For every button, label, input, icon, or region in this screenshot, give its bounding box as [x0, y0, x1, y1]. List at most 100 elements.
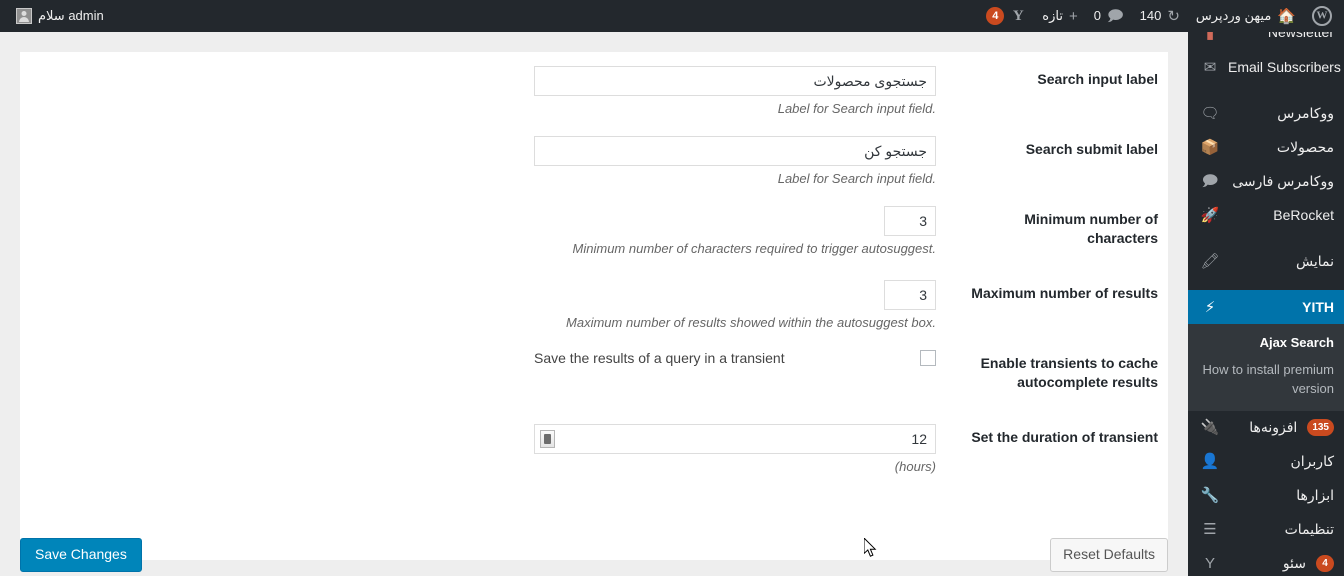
sidebar-item-label: BeRocket [1273, 207, 1334, 223]
sidebar-item-tools[interactable]: 🔧 ابزارها [1188, 479, 1344, 513]
sidebar-item-settings[interactable]: ☰ تنظیمات [1188, 513, 1344, 547]
setting-label: Maximum number of results [971, 284, 1158, 301]
sidebar-item-yith[interactable]: ⚡ YITH [1188, 290, 1344, 324]
setting-control: .Label for Search input field [20, 52, 936, 122]
setting-label: Minimum number of characters [1024, 211, 1158, 246]
settings-sliders-icon: ☰ [1203, 521, 1217, 539]
setting-control: .Minimum number of characters required t… [20, 192, 936, 266]
home-icon: 🏠 [1277, 7, 1296, 25]
comments-count: 0 [1093, 8, 1101, 23]
woocommerce-icon: 🗨 [1200, 104, 1220, 122]
settings-form-table: Search input label .Label for Search inp… [20, 52, 1168, 480]
sidebar-item-label: تنظیمات [1284, 521, 1334, 538]
sidebar-item-label: محصولات [1276, 138, 1334, 155]
sidebar-item-seo[interactable]: Y سئو 4 [1188, 547, 1344, 576]
setting-row-maximum-results: Maximum number of results .Maximum numbe… [20, 266, 1168, 336]
sidebar-item-users[interactable]: 👤 کاربران [1188, 445, 1344, 479]
sidebar-item-plugins[interactable]: 🔌 افزونه‌ها 135 [1188, 411, 1344, 445]
sidebar-item-woocommerce-persian[interactable]: 🗩 ووکامرس فارسی [1188, 164, 1344, 198]
admin-bar-right-group: 🏠 میهن وردپرس ↻ 140 🗩 0 + تازه Y 4 [978, 0, 1344, 32]
enable-transients-checkbox-label: Save the results of a query in a transie… [534, 349, 785, 366]
plugins-update-badge: 135 [1307, 419, 1334, 437]
sidebar-item-berocket[interactable]: 🚀 BeRocket [1188, 198, 1344, 232]
sidebar-item-appearance[interactable]: 🖍 نمایش [1188, 244, 1344, 278]
sidebar-item-label: افزونه‌ها [1249, 419, 1298, 436]
enable-transients-checkbox[interactable] [920, 349, 936, 366]
setting-control: Save the results of a query in a transie… [20, 336, 936, 410]
sidebar-item-label: Email Subscribers [1228, 59, 1341, 75]
setting-row-minimum-characters: Minimum number of characters .Minimum nu… [20, 192, 1168, 266]
yoast-menu[interactable]: Y 4 [978, 0, 1034, 32]
wordpress-logo-icon [1312, 6, 1332, 26]
comments-menu[interactable]: 🗩 0 [1086, 0, 1132, 32]
rocket-icon: 🚀 [1200, 206, 1220, 224]
sidebar-item-email-subscribers[interactable]: ✉ Email Subscribers [1188, 50, 1344, 84]
comment-bubble-icon: 🗩 [1106, 7, 1124, 25]
updates-menu[interactable]: ↻ 140 [1132, 0, 1188, 32]
admin-sidebar-menu: ▮ Newsletter ✉ Email Subscribers 🗨 ووکام… [1188, 32, 1344, 576]
sidebar-submenu-yith: Ajax Search How to install premium versi… [1188, 324, 1344, 411]
sidebar-item-label: نمایش [1295, 252, 1334, 269]
updates-icon: ↻ [1167, 7, 1180, 25]
howdy-label: سلام admin [38, 8, 104, 23]
updates-count: 140 [1139, 8, 1162, 23]
admin-bar: 🏠 میهن وردپرس ↻ 140 🗩 0 + تازه Y 4 سلام … [0, 0, 1344, 32]
sidebar-item-label: Newsletter [1267, 32, 1334, 40]
site-name-label: میهن وردپرس [1195, 8, 1272, 23]
products-box-icon: 📦 [1200, 138, 1220, 156]
setting-row-transient-duration: Set the duration of transient (hours) [20, 410, 1168, 480]
sidebar-item-label: YITH [1302, 299, 1334, 315]
yoast-icon: Y [1012, 7, 1024, 24]
wordpress-logo-menu[interactable] [1304, 0, 1340, 32]
newsletter-icon: ▮ [1205, 32, 1215, 42]
setting-description: .Label for Search input field [777, 171, 936, 186]
setting-description: (hours) [894, 458, 936, 474]
sidebar-item-newsletter[interactable]: ▮ Newsletter [1188, 32, 1344, 50]
search-submit-label-field[interactable] [534, 136, 936, 166]
site-name-menu[interactable]: 🏠 میهن وردپرس [1188, 0, 1304, 32]
woocommerce-persian-icon: 🗩 [1201, 172, 1219, 190]
setting-label: Search submit label [1025, 141, 1158, 157]
minimum-characters-field[interactable] [884, 206, 936, 236]
setting-description: .Label for Search input field [777, 101, 936, 116]
tools-wrench-icon: 🔧 [1200, 487, 1220, 505]
setting-label: Search input label [1037, 71, 1158, 87]
setting-label: Set the duration of transient [971, 428, 1158, 445]
maximum-results-field[interactable] [884, 279, 936, 310]
setting-description: .Minimum number of characters required t… [572, 241, 936, 256]
save-changes-button[interactable]: Save Changes [20, 538, 142, 572]
sidebar-item-label: ووکامرس فارسی [1232, 172, 1334, 189]
settings-panel: Search input label .Label for Search inp… [20, 52, 1168, 560]
sidebar-item-label: کاربران [1290, 453, 1334, 470]
envelope-icon: ✉ [1203, 58, 1217, 76]
setting-label: Enable transients to cache autocomplete … [980, 354, 1158, 390]
admin-bar-left-group: سلام admin [0, 0, 112, 32]
number-spinner-icon[interactable] [540, 429, 555, 448]
plus-icon: + [1068, 7, 1078, 25]
yoast-badge: 4 [986, 7, 1005, 25]
setting-control: (hours) [20, 410, 936, 480]
seo-notification-badge: 4 [1316, 555, 1334, 573]
yoast-seo-icon: Y [1204, 555, 1215, 573]
search-input-label-field[interactable] [534, 66, 936, 96]
submenu-item-ajax-search[interactable]: Ajax Search [1188, 330, 1344, 357]
setting-row-search-input-label: Search input label .Label for Search inp… [20, 52, 1168, 122]
my-account-menu[interactable]: سلام admin [8, 0, 112, 32]
new-content-label: تازه [1042, 8, 1063, 23]
reset-defaults-button[interactable]: Reset Defaults [1050, 538, 1168, 572]
setting-row-search-submit-label: Search submit label .Label for Search in… [20, 122, 1168, 192]
sidebar-item-products[interactable]: 📦 محصولات [1188, 130, 1344, 164]
sidebar-item-label: ابزارها [1296, 487, 1334, 504]
transient-duration-input-wrapper [534, 423, 936, 454]
submenu-item-how-to-install-premium-version[interactable]: How to install premium version [1188, 357, 1344, 403]
yith-icon: ⚡ [1204, 298, 1216, 316]
plugins-plug-icon: 🔌 [1200, 419, 1220, 437]
users-icon: 👤 [1200, 453, 1220, 471]
setting-control: .Maximum number of results showed within… [20, 266, 936, 336]
sidebar-item-label: سئو [1282, 555, 1306, 572]
sidebar-item-label: ووکامرس [1277, 104, 1334, 121]
form-submit-bar: Save Changes Reset Defaults [0, 532, 1168, 576]
sidebar-item-woocommerce[interactable]: 🗨 ووکامرس [1188, 96, 1344, 130]
transient-duration-field[interactable] [534, 423, 936, 454]
new-content-menu[interactable]: + تازه [1034, 0, 1085, 32]
